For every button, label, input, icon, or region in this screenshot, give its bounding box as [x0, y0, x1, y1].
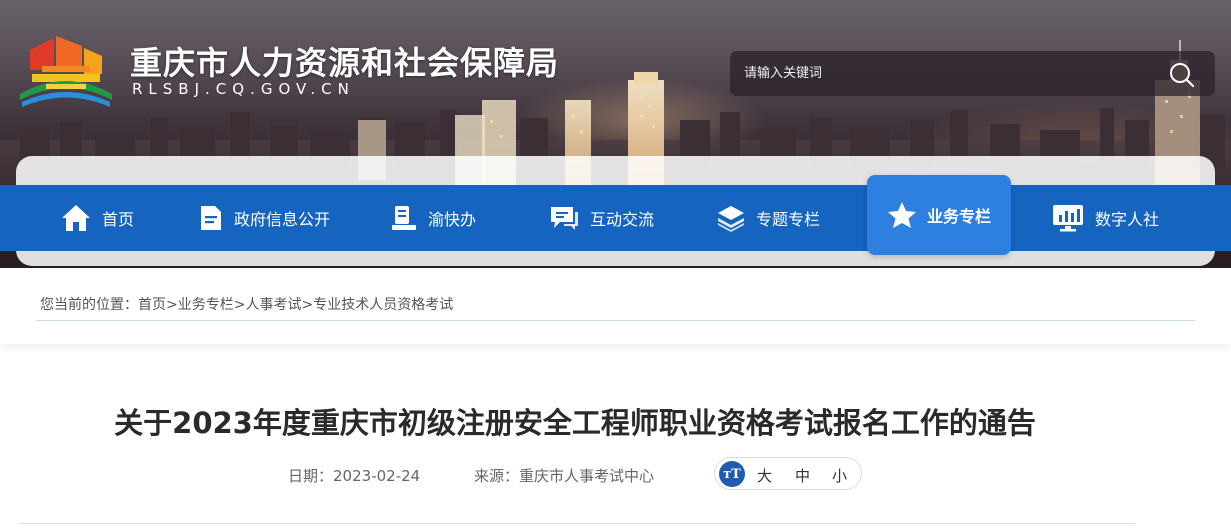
nav-item-topics[interactable]: 专题专栏 [716, 185, 820, 251]
nav-item-interaction[interactable]: 互动交流 [548, 185, 654, 251]
source-label: 来源： [474, 467, 520, 485]
date-value: 2023-02-24 [333, 467, 421, 485]
service-desk-icon [392, 206, 416, 230]
article-header-divider [20, 523, 1135, 524]
nav-item-business[interactable]: 业务专栏 [867, 175, 1011, 255]
document-icon [201, 206, 221, 230]
font-size-large[interactable]: 大 [757, 465, 772, 486]
nav-item-gov-info[interactable]: 政府信息公开 [198, 185, 330, 251]
search-input[interactable] [744, 51, 1144, 96]
site-title[interactable]: 重庆市人力资源和社会保障局 [130, 38, 559, 84]
source-value: 重庆市人事考试中心 [519, 467, 655, 485]
site-domain: RLSBJ.CQ.GOV.CN [132, 80, 355, 98]
breadcrumb-separator: > [233, 297, 246, 313]
font-size-icon: тT [719, 461, 745, 487]
home-icon [62, 205, 90, 231]
nav-item-digital[interactable]: 数字人社 [1051, 185, 1159, 251]
font-size-medium[interactable]: 中 [795, 465, 810, 486]
breadcrumb: 您当前的位置：首页>业务专栏>人事考试>专业技术人员资格考试 [40, 294, 453, 314]
bureau-logo[interactable] [16, 30, 116, 108]
nav-item-label: 数字人社 [1095, 210, 1160, 229]
breadcrumb-prefix: 您当前的位置： [40, 297, 138, 313]
chat-icon [551, 207, 578, 230]
search-box [730, 51, 1215, 96]
nav-item-label: 业务专栏 [926, 207, 991, 226]
nav-item-label: 首页 [102, 210, 135, 229]
nav-item-home[interactable]: 首页 [60, 185, 134, 251]
nav-item-label: 专题专栏 [756, 210, 821, 229]
article-source: 来源：重庆市人事考试中心 [474, 465, 654, 486]
nav-item-yukuaiban[interactable]: 渝快办 [390, 185, 476, 251]
breadcrumb-item-personnel-exam[interactable]: 人事考试 [245, 297, 301, 313]
font-size-control: тT 大 中 小 [714, 457, 862, 490]
breadcrumb-item-home[interactable]: 首页 [138, 297, 166, 313]
nav-item-label: 渝快办 [428, 210, 477, 229]
nav-item-label: 政府信息公开 [234, 210, 331, 229]
breadcrumb-separator: > [166, 297, 178, 313]
breadcrumb-item-business[interactable]: 业务专栏 [178, 297, 234, 313]
breadcrumb-separator: > [301, 297, 314, 313]
date-label: 日期： [288, 467, 334, 485]
layers-icon [718, 206, 744, 232]
article-title: 关于2023年度重庆市初级注册安全工程师职业资格考试报名工作的通告 [114, 406, 1036, 440]
breadcrumb-divider [36, 320, 1195, 321]
search-icon[interactable] [1169, 62, 1195, 88]
monitor-chart-icon [1053, 205, 1083, 232]
article-date: 日期：2023-02-24 [288, 465, 420, 486]
nav-item-label: 互动交流 [590, 210, 655, 229]
star-icon [887, 202, 916, 228]
font-size-small[interactable]: 小 [832, 465, 847, 486]
breadcrumb-item-qualification-exam[interactable]: 专业技术人员资格考试 [313, 297, 453, 313]
